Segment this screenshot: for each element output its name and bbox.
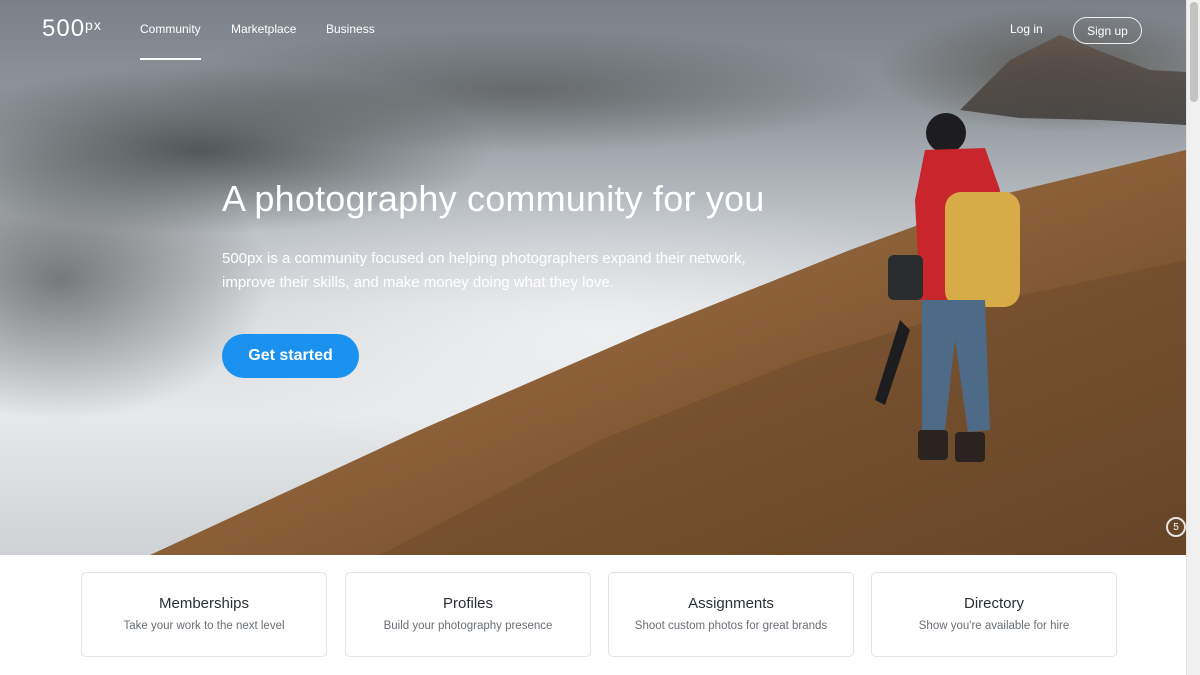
- card-memberships[interactable]: Memberships Take your work to the next l…: [81, 572, 327, 657]
- card-description: Build your photography presence: [383, 620, 553, 632]
- 500px-badge-icon[interactable]: 5: [1166, 517, 1186, 537]
- card-title: Assignments: [688, 595, 774, 612]
- get-started-button[interactable]: Get started: [222, 334, 359, 378]
- card-description: Show you're available for hire: [918, 620, 1070, 632]
- top-navigation: 500px Community Marketplace Business Log…: [0, 0, 1186, 62]
- card-directory[interactable]: Directory Show you're available for hire: [871, 572, 1117, 657]
- feature-cards: Memberships Take your work to the next l…: [81, 572, 1117, 657]
- card-title: Profiles: [442, 595, 494, 612]
- card-title: Memberships: [158, 595, 250, 612]
- card-description: Take your work to the next level: [123, 620, 285, 632]
- nav-link-community[interactable]: Community: [140, 22, 201, 60]
- page-scrollbar[interactable]: [1186, 0, 1200, 675]
- logo-wordmark: 500: [42, 15, 86, 42]
- logo-superscript: px: [85, 17, 102, 33]
- nav-link-business[interactable]: Business: [326, 22, 375, 36]
- nav-link-marketplace[interactable]: Marketplace: [231, 22, 296, 36]
- card-description: Shoot custom photos for great brands: [634, 620, 828, 632]
- login-link[interactable]: Log in: [1010, 22, 1043, 36]
- card-profiles[interactable]: Profiles Build your photography presence: [345, 572, 591, 657]
- card-assignments[interactable]: Assignments Shoot custom photos for grea…: [608, 572, 854, 657]
- hero-headline: A photography community for you: [222, 178, 765, 219]
- signup-button[interactable]: Sign up: [1073, 17, 1142, 44]
- scrollbar-thumb[interactable]: [1190, 2, 1198, 102]
- card-title: Directory: [963, 595, 1024, 612]
- hero-description: 500px is a community focused on helping …: [222, 250, 746, 291]
- brand-logo[interactable]: 500px: [42, 15, 102, 43]
